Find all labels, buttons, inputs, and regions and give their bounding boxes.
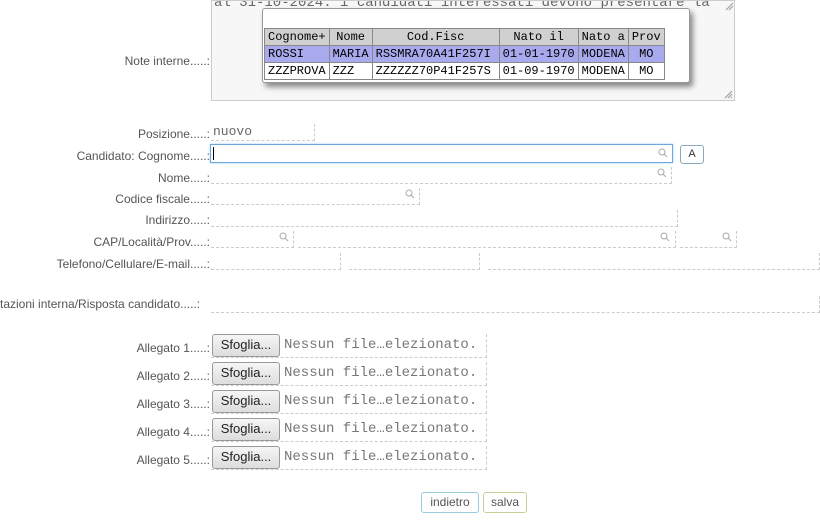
cf-input[interactable] [211,188,420,205]
search-icon[interactable] [405,189,415,199]
col-header[interactable]: Nome [328,28,373,46]
back-button[interactable]: indietro [421,492,479,513]
allegato-4-row: Sfoglia... Nessun file…elezionato. [211,418,487,442]
allegato-5-row: Sfoglia... Nessun file…elezionato. [211,446,487,470]
cell-codfisc: RSSMRA70A41F257I [371,45,500,63]
prov-input[interactable] [680,231,737,248]
indirizzo-input[interactable] [211,210,678,227]
cell-codfisc: ZZZZZZ70P41F257S [371,62,500,80]
allegato-3-row: Sfoglia... Nessun file…elezionato. [211,390,487,414]
cell-cognome: ROSSI [264,45,330,63]
save-button[interactable]: salva [483,492,527,513]
browse-button[interactable]: Sfoglia... [212,334,280,357]
autocomplete-popup: Cognome+ Nome Cod.Fisc Nato il Nato a Pr… [262,8,690,83]
browse-button[interactable]: Sfoglia... [212,446,280,469]
cell-prov: MO [627,45,665,63]
cognome-label: Candidato: Cognome.....: [76,149,210,163]
search-icon[interactable] [658,148,668,158]
allegato-2-row: Sfoglia... Nessun file…elezionato. [211,362,487,386]
browse-button[interactable]: Sfoglia... [212,418,280,441]
email-input[interactable] [488,253,820,270]
col-header[interactable]: Nato a [577,28,629,46]
nome-label: Nome.....: [157,171,210,185]
search-icon[interactable] [279,232,289,242]
file-status: Nessun file…elezionato. [284,393,478,409]
allegato-label: Allegato 3.....: [136,397,210,411]
resize-grip-icon[interactable] [723,89,733,99]
cell-nome: MARIA [328,45,373,63]
allegato-1-row: Sfoglia... Nessun file…elezionato. [211,334,487,358]
cell-nato-a: MODENA [577,45,629,63]
file-status: Nessun file…elezionato. [284,337,478,353]
file-status: Nessun file…elezionato. [284,449,478,465]
posizione-field: nuovo [211,124,315,141]
text-cursor [213,147,214,160]
cf-label: Codice fiscale.....: [115,192,210,206]
search-icon[interactable] [657,168,667,178]
col-header[interactable]: Cognome+ [264,28,330,46]
notes-resize-grip-top [721,0,735,12]
nome-input[interactable] [211,167,672,184]
autocomplete-row[interactable]: ROSSI MARIA RSSMRA70A41F257I 01-01-1970 … [264,45,665,63]
telefono-input[interactable] [211,253,341,270]
col-header[interactable]: Nato il [498,28,579,46]
browse-button[interactable]: Sfoglia... [212,362,280,385]
allegato-label: Allegato 4.....: [136,425,210,439]
col-header[interactable]: Prov [627,28,665,46]
cell-nato-il: 01-01-1970 [498,45,579,63]
a-button[interactable]: A [680,145,704,164]
cell-nato-il: 01-09-1970 [498,62,579,80]
localita-input[interactable] [298,231,676,248]
comunicazioni-label: tazioni interna/Risposta candidato.....: [0,297,201,311]
autocomplete-row[interactable]: ZZZPROVA ZZZ ZZZZZZ70P41F257S 01-09-1970… [264,62,665,80]
allegato-label: Allegato 2.....: [136,369,210,383]
cap-input[interactable] [211,231,294,248]
cognome-input[interactable] [210,144,673,163]
search-icon[interactable] [722,232,732,242]
notes-label: Note interne.....: [124,54,210,68]
indirizzo-label: Indirizzo.....: [145,213,210,227]
browse-button[interactable]: Sfoglia... [212,390,280,413]
file-status: Nessun file…elezionato. [284,365,478,381]
allegato-label: Allegato 1.....: [136,341,210,355]
cellulare-input[interactable] [349,253,480,270]
cell-nato-a: MODENA [577,62,629,80]
autocomplete-header-row: Cognome+ Nome Cod.Fisc Nato il Nato a Pr… [264,28,665,46]
tel-label: Telefono/Cellulare/E-mail.....: [56,257,210,271]
cap-label: CAP/Località/Prov.....: [93,235,211,249]
cell-prov: MO [627,62,665,80]
allegato-label: Allegato 5.....: [136,453,210,467]
cell-cognome: ZZZPROVA [264,62,330,80]
autocomplete-table: Cognome+ Nome Cod.Fisc Nato il Nato a Pr… [264,28,665,80]
col-header[interactable]: Cod.Fisc [371,28,500,46]
posizione-label: Posizione.....: [137,127,210,141]
cell-nome: ZZZ [328,62,373,80]
file-status: Nessun file…elezionato. [284,421,478,437]
comunicazioni-input[interactable] [211,296,820,313]
search-icon[interactable] [660,232,670,242]
posizione-value: nuovo [213,124,253,139]
